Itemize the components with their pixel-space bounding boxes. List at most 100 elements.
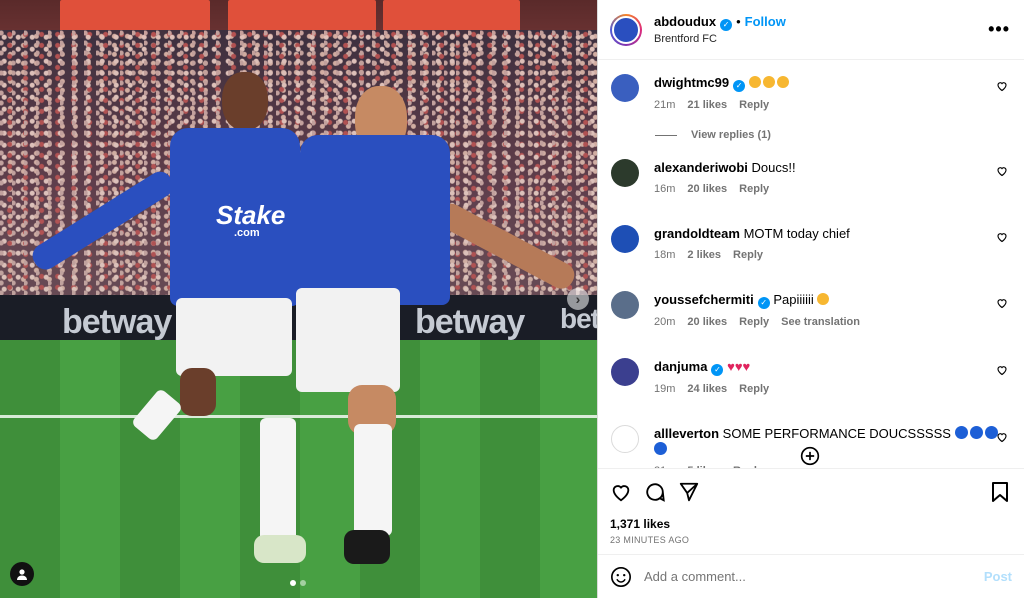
commenter-avatar[interactable] [611,291,639,319]
more-options-icon[interactable]: ••• [988,19,1010,40]
blue-circle-emoji-icon [954,426,968,439]
blue-circle-emoji-icon [654,442,667,455]
player-leg [180,368,216,416]
player-sock [260,418,296,548]
chevron-right-icon: › [575,291,581,307]
player-head [222,72,268,130]
share-icon[interactable] [678,481,700,503]
commenter-avatar[interactable] [611,159,639,187]
comment-item: grandoldteam MOTM today chief 18m 2 likes R… [611,225,1010,261]
comment-likes[interactable]: 2 likes [687,249,721,261]
add-comment-bar: Post [598,554,1024,598]
separator-dot: • [736,14,741,29]
tagged-users-button[interactable] [10,562,34,586]
comment-item: alexanderiwobi Doucs!! 16m 20 likes Reply [611,159,1010,195]
player-sock [354,424,392,536]
author-username[interactable]: abdoudux [654,14,716,29]
player-boot [254,535,306,563]
bookmark-icon[interactable] [990,481,1010,503]
comment-item: danjuma ✓ ♥♥♥ 19m 24 likes Reply [611,358,1010,395]
carousel-dot [300,580,306,586]
divider [655,134,677,136]
commenter-avatar[interactable] [611,358,639,386]
reply-button[interactable]: Reply [739,183,769,195]
star-eyes-emoji-icon [817,293,830,305]
commenter-username[interactable]: grandoldteam [654,226,740,241]
comment-time: 18m [654,249,676,261]
comments-list: dwightmc99 ✓ 21m 21 likes Reply View replies… [598,60,1024,468]
comment-input[interactable] [644,569,984,584]
comment-likes[interactable]: 21 likes [687,99,727,111]
commenter-username[interactable]: allleverton [654,426,719,441]
reply-button[interactable]: Reply [733,249,763,261]
view-replies-button[interactable]: View replies (1) [655,129,1010,141]
heart-emoji-icon: ♥ [727,359,735,374]
commenter-username[interactable]: danjuma [654,359,707,374]
post-comment-button[interactable]: Post [984,569,1012,584]
likes-count[interactable]: 1,371 likes [610,517,1010,531]
like-comment-icon[interactable] [996,231,1008,243]
sponsor-logo: Stake .com [216,200,286,239]
follow-button[interactable]: Follow [745,14,786,29]
verified-icon: ✓ [733,80,746,92]
post-header: abdoudux ✓ • Follow Brentford FC ••• [598,0,1024,60]
player-shorts [176,298,292,376]
comment-icon[interactable] [644,481,666,503]
comment-likes[interactable]: 20 likes [687,183,727,195]
comment-time: 16m [654,183,676,195]
comment-text: SOME PERFORMANCE DOUCSSSSS [722,426,951,441]
post-actions: 1,371 likes 23 MINUTES AGO [598,468,1024,554]
carousel-dot [290,580,296,586]
star-eyes-emoji-icon [776,76,789,88]
heart-emoji-icon: ♥ [734,359,743,374]
heart-icon[interactable] [610,481,632,503]
commenter-avatar[interactable] [611,225,639,253]
verified-icon: ✓ [720,19,733,31]
load-more-comments-icon[interactable] [800,446,820,466]
post-image[interactable]: betway betway betw Stake.com [0,0,597,598]
post-timestamp[interactable]: 23 MINUTES AGO [610,535,1010,545]
avatar [612,15,640,44]
verified-icon: ✓ [757,297,770,309]
carousel-indicator [290,580,306,586]
comment-time: 21m [654,99,676,111]
comment-text: Papiiiiii [773,292,814,307]
commenter-username[interactable]: dwightmc99 [654,75,729,90]
like-comment-icon[interactable] [996,165,1008,177]
carousel-next-button[interactable]: › [567,288,589,310]
like-comment-icon[interactable] [996,80,1008,92]
comment-item: youssefchermiti ✓ Papiiiiii 20m 20 likes Re… [611,291,1010,328]
author-avatar[interactable] [610,13,642,46]
star-eyes-emoji-icon [762,76,775,88]
view-replies-label: View replies (1) [691,129,771,141]
comment-text: MOTM today chief [743,226,850,241]
post-location[interactable]: Brentford FC [654,33,988,45]
reply-button[interactable]: Reply [739,383,769,395]
like-comment-icon[interactable] [996,364,1008,376]
reply-button[interactable]: Reply [739,316,769,328]
like-comment-icon[interactable] [996,431,1008,443]
comment-likes[interactable]: 24 likes [687,383,727,395]
commenter-username[interactable]: youssefchermiti [654,292,754,307]
player-shorts [296,288,400,392]
like-comment-icon[interactable] [996,297,1008,309]
comment-item: dwightmc99 ✓ 21m 21 likes Reply [611,74,1010,111]
board-text: betway [62,303,172,341]
comment-time: 20m [654,316,676,328]
blue-circle-emoji-icon [969,426,983,439]
board-text: betway [415,303,525,341]
reply-button[interactable]: Reply [739,99,769,111]
comment-likes[interactable]: 20 likes [687,316,727,328]
see-translation-button[interactable]: See translation [781,316,860,328]
star-eyes-emoji-icon [748,76,761,88]
user-icon [17,569,27,580]
comment-text: Doucs!! [751,160,796,175]
post-panel: abdoudux ✓ • Follow Brentford FC ••• dwight… [597,0,1024,598]
commenter-username[interactable]: alexanderiwobi [654,160,748,175]
commenter-avatar[interactable] [611,425,639,453]
emoji-icon[interactable] [610,566,632,588]
verified-icon: ✓ [711,364,724,376]
player-jersey [300,135,450,305]
heart-emoji-icon: ♥ [742,359,751,374]
commenter-avatar[interactable] [611,74,639,102]
